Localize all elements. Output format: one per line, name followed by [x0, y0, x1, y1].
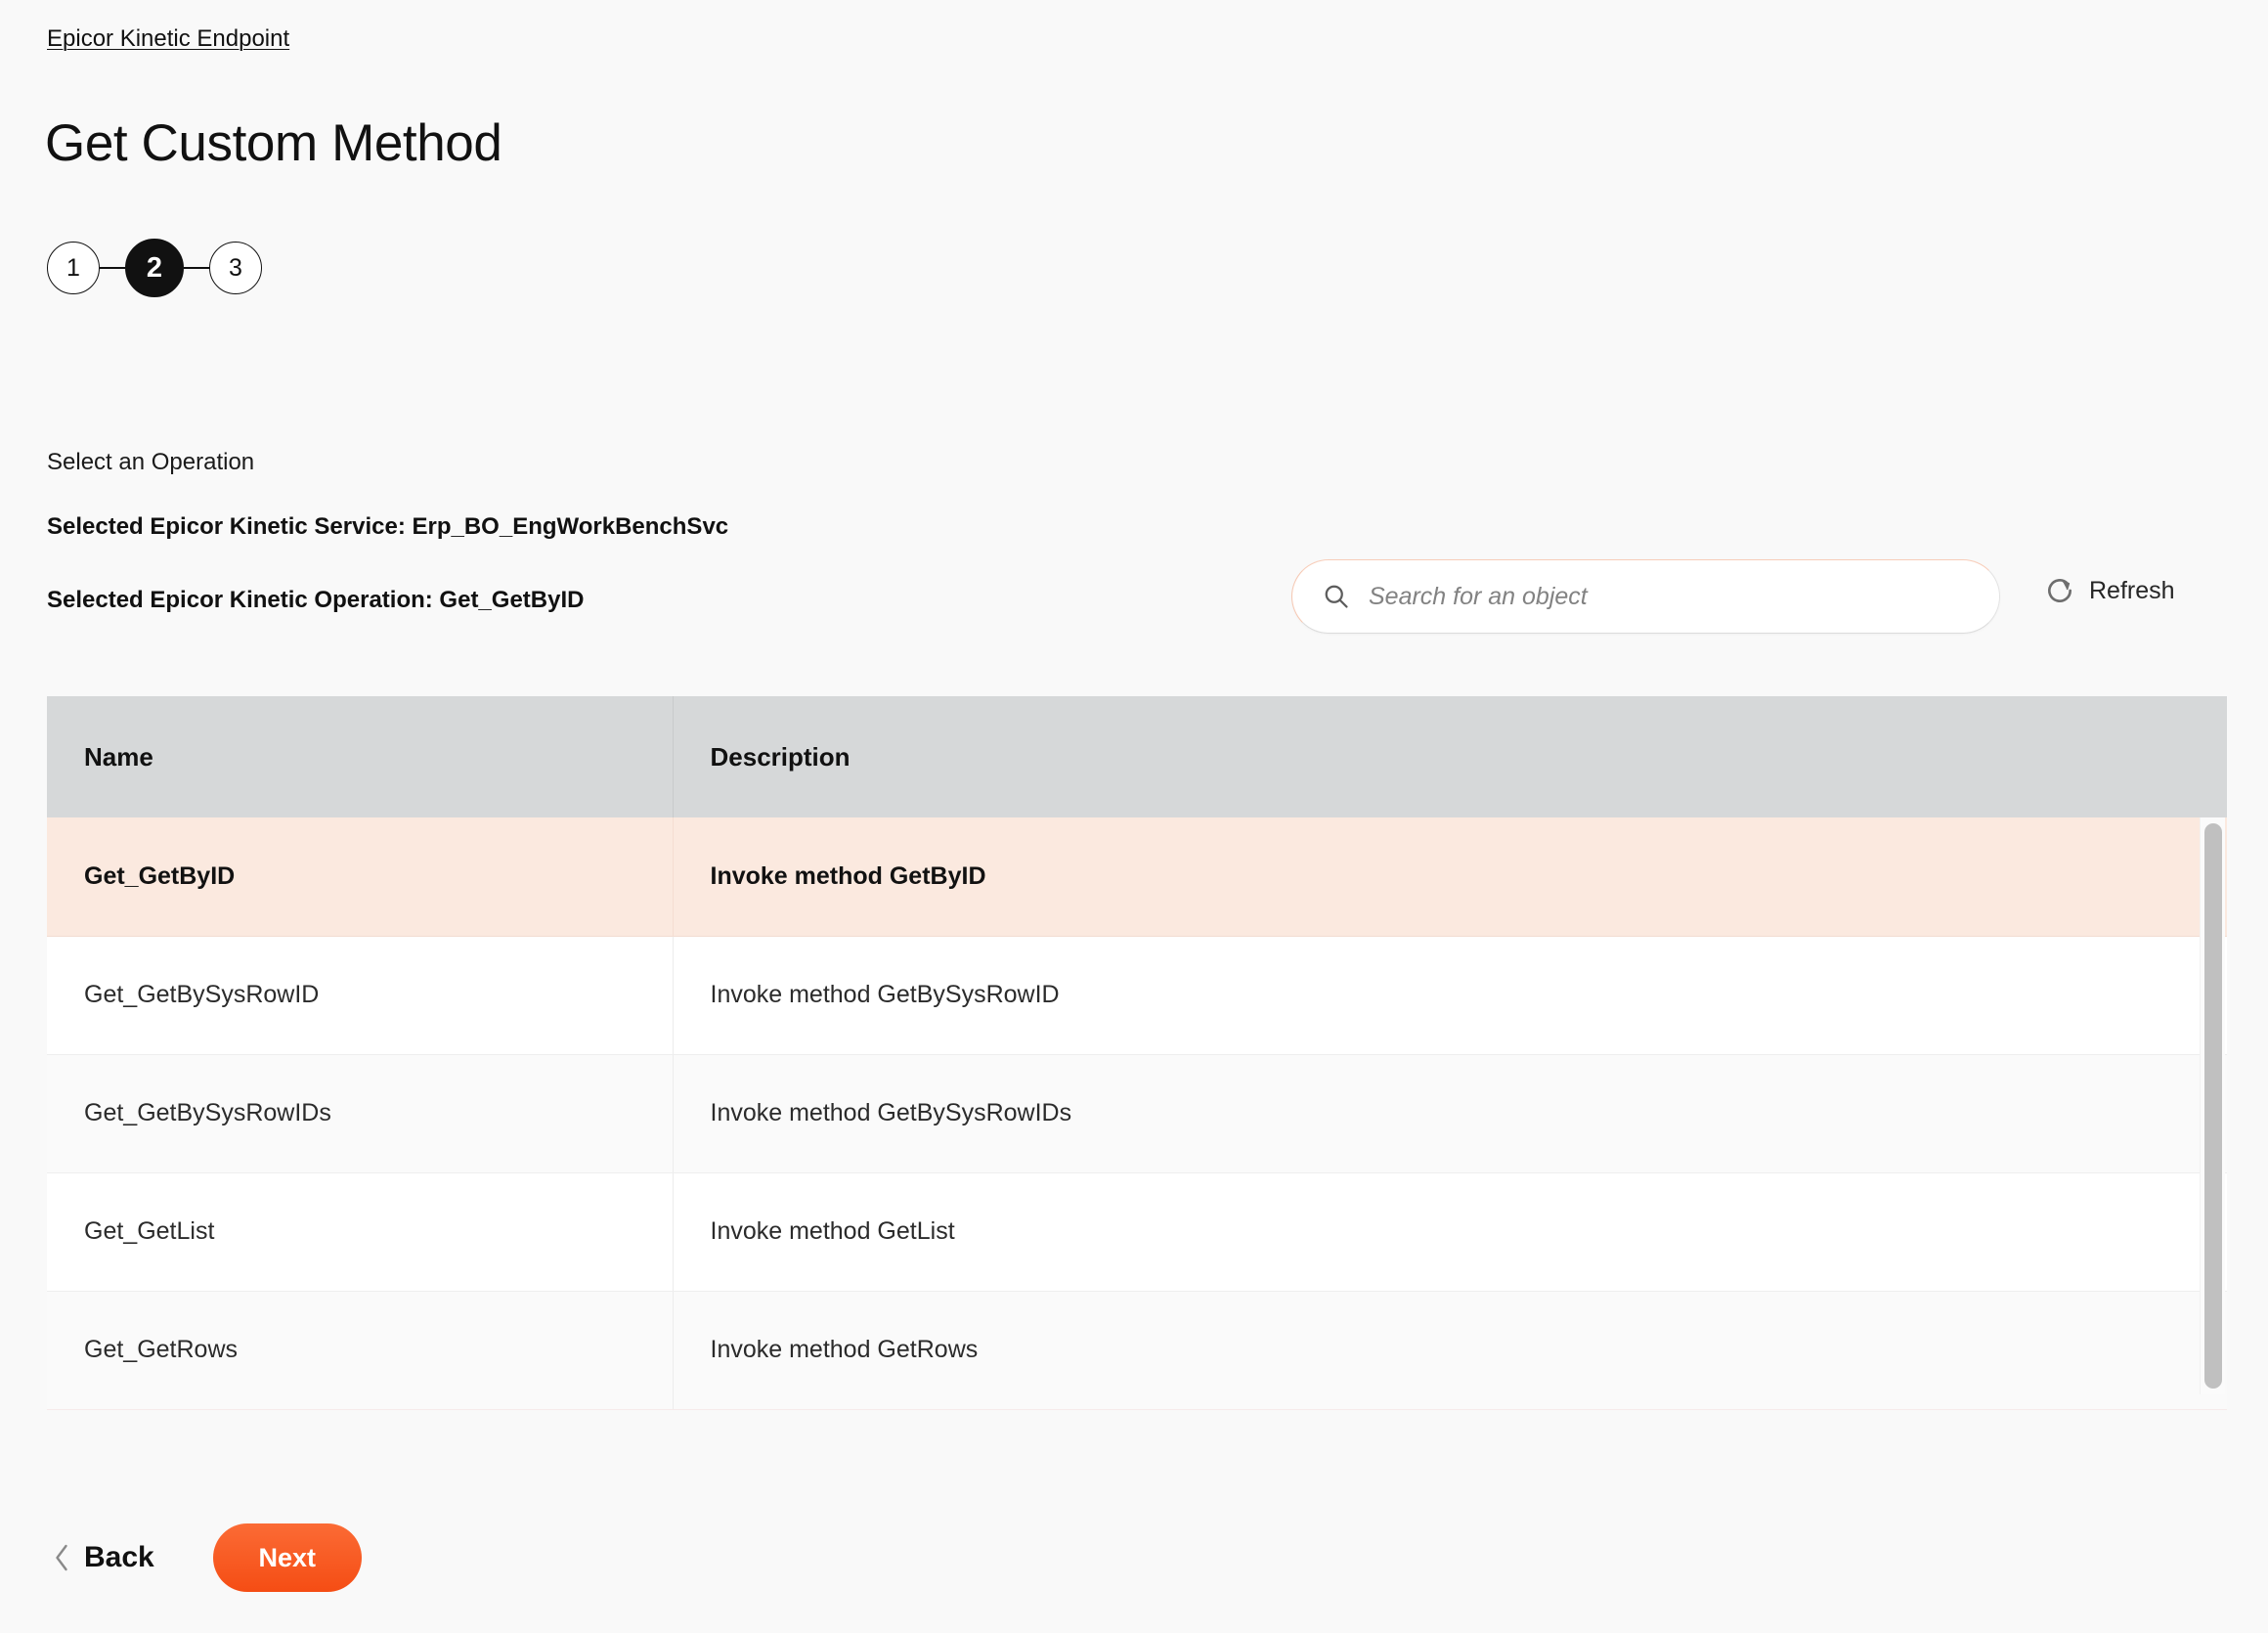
table-row[interactable]: Get_GetBySysRowIDs Invoke method GetBySy… — [47, 1054, 2227, 1173]
search-container — [1291, 559, 2000, 634]
column-header-name[interactable]: Name — [47, 696, 674, 817]
breadcrumb-link-epicor-kinetic-endpoint[interactable]: Epicor Kinetic Endpoint — [47, 25, 289, 53]
search-box[interactable] — [1291, 559, 2000, 634]
stepper: 1 2 3 — [47, 239, 262, 297]
cell-name: Get_GetBySysRowIDs — [47, 1054, 674, 1173]
stepper-step-3[interactable]: 3 — [209, 242, 262, 294]
operations-table-container: Name Description Get_GetByID Invoke meth… — [47, 696, 2227, 1410]
stepper-connector-2 — [184, 267, 209, 269]
selected-operation-text: Selected Epicor Kinetic Operation: Get_G… — [47, 587, 585, 613]
stepper-connector-1 — [100, 267, 125, 269]
table-row[interactable]: Get_GetRows Invoke method GetRows — [47, 1291, 2227, 1410]
wizard-footer: Back Next — [47, 1523, 362, 1592]
search-icon — [1325, 585, 1348, 608]
cell-description: Invoke method GetByID — [673, 817, 2227, 937]
table-row[interactable]: Get_GetBySysRowID Invoke method GetBySys… — [47, 936, 2227, 1055]
cell-description: Invoke method GetBySysRowID — [673, 936, 2227, 1055]
table-scrollbar-thumb[interactable] — [2204, 823, 2222, 1389]
back-label: Back — [84, 1541, 154, 1573]
next-button[interactable]: Next — [212, 1523, 362, 1592]
stepper-step-1[interactable]: 1 — [47, 242, 100, 294]
table-body: Get_GetByID Invoke method GetByID Get_Ge… — [47, 817, 2227, 1410]
cell-name: Get_GetByID — [47, 817, 674, 937]
page-root: Epicor Kinetic Endpoint Get Custom Metho… — [0, 0, 2268, 1633]
page-title: Get Custom Method — [45, 114, 502, 172]
cell-description: Invoke method GetRows — [673, 1291, 2227, 1410]
cell-name: Get_GetRows — [47, 1291, 674, 1410]
cell-description: Invoke method GetList — [673, 1172, 2227, 1292]
cell-description: Invoke method GetBySysRowIDs — [673, 1054, 2227, 1173]
cell-name: Get_GetBySysRowID — [47, 936, 674, 1055]
search-input[interactable] — [1369, 582, 1976, 611]
selected-service-text: Selected Epicor Kinetic Service: Erp_BO_… — [47, 513, 729, 540]
column-header-description[interactable]: Description — [673, 696, 2227, 817]
table-header: Name Description — [47, 696, 2227, 817]
table-row[interactable]: Get_GetByID Invoke method GetByID — [47, 817, 2227, 937]
table-row[interactable]: Get_GetList Invoke method GetList — [47, 1172, 2227, 1292]
refresh-icon — [2048, 579, 2072, 602]
refresh-label: Refresh — [2089, 577, 2175, 604]
select-operation-prompt: Select an Operation — [47, 449, 255, 475]
cell-name: Get_GetList — [47, 1172, 674, 1292]
stepper-step-2[interactable]: 2 — [125, 239, 184, 297]
refresh-button[interactable]: Refresh — [2044, 575, 2175, 606]
table-header-row: Name Description — [47, 696, 2227, 817]
chevron-left-icon — [56, 1544, 67, 1571]
operations-table: Name Description Get_GetByID Invoke meth… — [47, 696, 2227, 1410]
back-button[interactable]: Back — [47, 1541, 154, 1574]
